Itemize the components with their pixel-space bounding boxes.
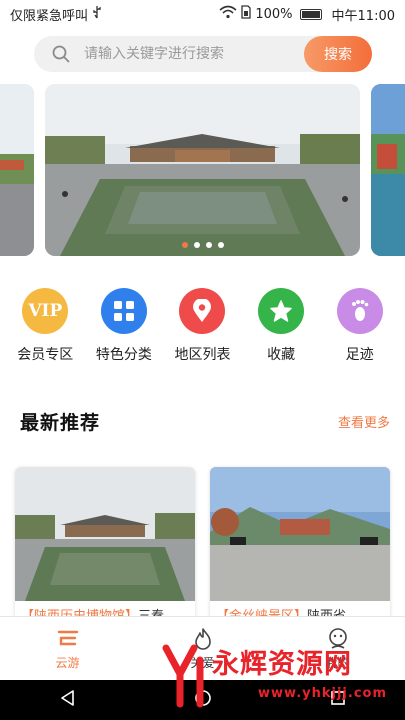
category-label: 地区列表 xyxy=(174,347,231,363)
recommend-card[interactable]: 【金丝峡景区】陕西省 xyxy=(210,467,390,627)
clock: 中午11:00 xyxy=(331,8,395,24)
recommend-card[interactable]: 【陕西历史博物馆】三秦 xyxy=(15,467,195,627)
wifi-icon xyxy=(219,5,237,23)
footprint-icon xyxy=(336,288,383,334)
carousel-slide-current[interactable] xyxy=(45,84,360,256)
recommend-list: 【陕西历史博物馆】三秦 【金丝峡景区】陕西省 xyxy=(15,467,390,627)
carousel-dot[interactable] xyxy=(217,242,224,248)
vip-icon: VIP xyxy=(22,288,69,334)
category-featured[interactable]: 特色分类 xyxy=(85,288,163,368)
carousel-slide-prev[interactable] xyxy=(0,84,34,256)
nav-label: 云游 xyxy=(55,656,80,670)
carousel-indicator xyxy=(45,242,360,248)
category-label: 会员专区 xyxy=(17,347,74,363)
category-label: 特色分类 xyxy=(95,347,152,363)
vip-badge-text: VIP xyxy=(28,301,63,321)
section-title: 最新推荐 xyxy=(20,412,101,434)
carousel-dot[interactable] xyxy=(181,242,188,248)
battery-icon xyxy=(299,8,322,20)
sim-icon xyxy=(241,5,252,23)
carousel-dot[interactable] xyxy=(205,242,212,248)
status-left: 仅限紧急呼叫 xyxy=(10,5,102,24)
status-bar: 仅限紧急呼叫 100% 中午11:00 xyxy=(0,0,405,28)
watermark-text: 永辉资源网 xyxy=(212,649,352,680)
category-label: 收藏 xyxy=(267,347,296,363)
back-icon[interactable] xyxy=(59,689,77,711)
search-button[interactable]: 搜索 xyxy=(304,36,372,72)
watermark-logo xyxy=(162,644,204,708)
watermark: 永辉资源网 www.yhkjjj.com xyxy=(160,640,405,720)
usb-icon xyxy=(92,5,102,23)
nav-tab-cloud-tour[interactable]: 云游 xyxy=(18,626,118,671)
watermark-url: www.yhkjjj.com xyxy=(258,686,388,701)
carrier-text: 仅限紧急呼叫 xyxy=(10,8,89,24)
category-favorites[interactable]: 收藏 xyxy=(242,288,320,368)
banner-carousel[interactable] xyxy=(0,84,405,256)
category-regions[interactable]: 地区列表 xyxy=(163,288,241,368)
grid-icon xyxy=(100,288,147,334)
cloud-tour-icon xyxy=(56,626,80,652)
carousel-dot[interactable] xyxy=(193,242,200,248)
category-history[interactable]: 足迹 xyxy=(321,288,399,368)
view-more-link[interactable]: 查看更多 xyxy=(338,412,390,431)
star-icon xyxy=(258,288,305,334)
search-bar: 搜索 xyxy=(34,36,372,72)
status-right: 100% 中午11:00 xyxy=(219,5,395,24)
category-vip[interactable]: VIP 会员专区 xyxy=(6,288,84,368)
card-image xyxy=(210,467,390,601)
location-pin-icon xyxy=(179,288,226,334)
latest-section-header: 最新推荐 查看更多 xyxy=(20,408,390,435)
carousel-slide-next[interactable] xyxy=(371,84,405,256)
category-shortcuts: VIP 会员专区 特色分类 地区列表 收藏 足迹 xyxy=(0,288,405,368)
category-label: 足迹 xyxy=(345,347,374,363)
battery-percent: 100% xyxy=(255,6,293,22)
search-icon[interactable] xyxy=(44,36,78,72)
card-image xyxy=(15,467,195,601)
